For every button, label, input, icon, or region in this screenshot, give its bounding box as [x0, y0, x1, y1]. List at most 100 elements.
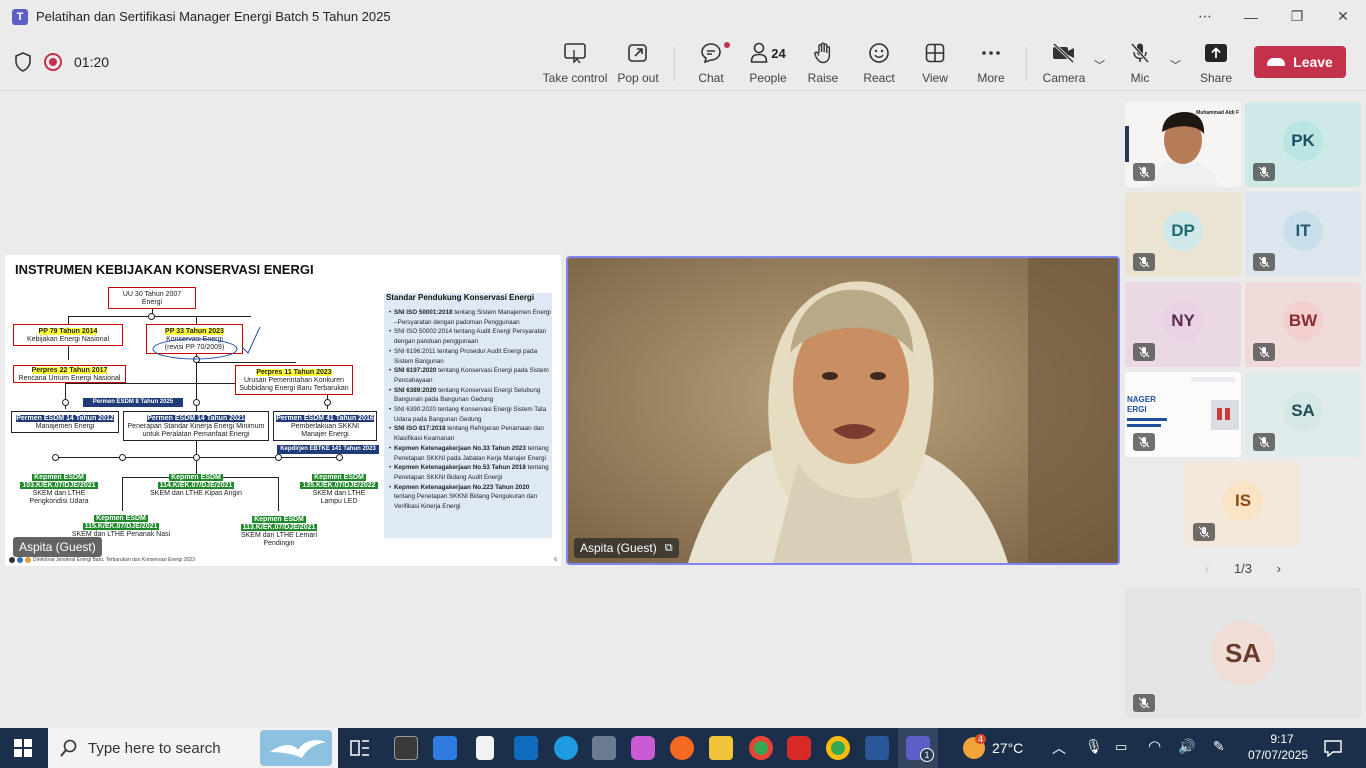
connector-node — [62, 399, 69, 406]
speaker-video-frame — [568, 258, 1118, 563]
pp-79-box: PP 79 Tahun 2014 Kebijakan Energi Nasion… — [13, 324, 123, 346]
mic-muted-icon — [1258, 166, 1270, 178]
teams-taskbar-button[interactable]: 1 — [898, 728, 938, 768]
avatar: SA — [1283, 391, 1323, 431]
mic-options-chevron-icon[interactable]: ﹀ — [1170, 57, 1181, 73]
shared-screen[interactable]: INSTRUMEN KEBIJAKAN KONSERVASI ENERGI UU… — [5, 255, 561, 566]
kepmen-114-desc: SKEM dan LTHE Kipas Angin — [150, 490, 242, 497]
chrome-profile-icon[interactable] — [826, 736, 850, 760]
task-view-icon[interactable] — [348, 736, 372, 760]
taskbar-search-box[interactable]: Type here to search — [48, 728, 338, 768]
kepmen-103-desc1: SKEM dan LTHE — [32, 490, 86, 497]
toolbar-divider — [674, 47, 675, 81]
react-button[interactable]: React — [862, 41, 896, 87]
window-controls: ⋯ — ❐ ✕ — [1182, 0, 1366, 33]
permen-41-desc2: Manajer Energi — [301, 431, 349, 438]
pager-prev-icon[interactable]: ‹ — [1205, 561, 1209, 576]
take-control-button[interactable]: Take control — [543, 41, 607, 87]
kepmen-103-number: 103.K/EK.07/DJE/2021 — [20, 482, 98, 489]
permen-14-2021-title: Permen ESDM 14 Tahun 2021 — [147, 415, 245, 422]
teams-badge: 1 — [920, 748, 934, 762]
standard-item: SNI ISO 50002:2014 tentang Audit Energi … — [389, 327, 551, 346]
volume-icon[interactable]: 🔊 — [1178, 738, 1195, 755]
connector-node — [193, 399, 200, 406]
participant-tile-bw[interactable]: BW — [1245, 282, 1361, 367]
word-icon[interactable] — [865, 736, 889, 760]
people-label: People — [749, 71, 787, 85]
mic-button[interactable]: Mic — [1127, 41, 1153, 87]
people-count: 24 — [771, 45, 786, 61]
leave-button[interactable]: Leave — [1254, 46, 1346, 78]
battery-icon[interactable]: ▭ — [1115, 739, 1127, 755]
camera-button[interactable]: Camera — [1043, 41, 1085, 87]
wifi-icon[interactable]: ◠ — [1148, 737, 1161, 755]
pp-79-desc: Kebijakan Energi Nasional — [26, 336, 110, 343]
wps-office-icon[interactable] — [787, 736, 811, 760]
chat-button[interactable]: Chat — [693, 41, 730, 87]
participant-tile-pk[interactable]: PK — [1245, 102, 1361, 187]
participant-tile-it[interactable]: IT — [1245, 192, 1361, 277]
footer-logo-icon — [9, 557, 15, 563]
maximize-button[interactable]: ❐ — [1274, 0, 1320, 33]
connector-node — [275, 454, 282, 461]
participant-tile-sa[interactable]: SA — [1245, 372, 1361, 457]
share-label: Share — [1199, 71, 1233, 85]
permen-41-desc1: Pemberlakuan SKKNI — [290, 423, 360, 430]
kepmen-113: Kepmen ESDM 113.K/EK.07/DJE/2021 SKEM da… — [227, 516, 331, 548]
windows-start-icon[interactable] — [14, 739, 32, 757]
connector-line — [68, 316, 69, 324]
connector-node — [119, 454, 126, 461]
people-button[interactable]: 24 People — [748, 41, 788, 87]
mic-off-indicator — [1133, 433, 1155, 451]
microphone-tray-icon[interactable]: 🎙 — [1085, 738, 1103, 755]
shield-icon[interactable] — [14, 52, 32, 72]
participant-tile-dp[interactable]: DP — [1125, 192, 1241, 277]
take-control-icon — [564, 43, 586, 64]
avatar: NY — [1163, 301, 1203, 341]
clock-time[interactable]: 9:17 — [1262, 732, 1302, 746]
firefox-icon[interactable] — [670, 736, 694, 760]
edge-icon[interactable] — [554, 736, 578, 760]
main-speaker-video[interactable]: Aspita (Guest) ⧉ — [566, 256, 1120, 565]
svg-text:ERGI: ERGI — [1127, 405, 1147, 414]
camera-options-chevron-icon[interactable]: ﹀ — [1094, 57, 1105, 73]
self-view-tile[interactable]: SA — [1125, 588, 1361, 718]
participant-tile-is[interactable]: IS — [1185, 462, 1301, 547]
more-button[interactable]: More — [975, 41, 1007, 87]
copilot-icon[interactable] — [631, 736, 655, 760]
clock-date[interactable]: 07/07/2025 — [1248, 748, 1308, 762]
more-options-icon[interactable]: ⋯ — [1182, 0, 1228, 33]
pager-next-icon[interactable]: › — [1277, 561, 1281, 576]
file-explorer-icon[interactable] — [709, 736, 733, 760]
chrome-icon[interactable] — [749, 736, 773, 760]
app-icon-tools[interactable] — [592, 736, 616, 760]
tray-chevron-up-icon[interactable]: ︿ — [1052, 738, 1066, 758]
pen-icon[interactable]: ✎ — [1213, 738, 1225, 755]
search-placeholder: Type here to search — [88, 739, 221, 757]
app-icon-star[interactable] — [394, 736, 418, 760]
minimize-button[interactable]: — — [1228, 0, 1274, 33]
view-button[interactable]: View — [920, 41, 950, 87]
pop-out-button[interactable]: Pop out — [617, 41, 659, 87]
participant-tile-ny[interactable]: NY — [1125, 282, 1241, 367]
participant-tile-screen[interactable]: NAGER ERGI — [1125, 372, 1241, 457]
title-bar: T Pelatihan dan Sertifikasi Manager Ener… — [0, 0, 1366, 33]
standard-item: SNI 6197:2020 tentang Konservasi Energi … — [389, 366, 551, 385]
chat-label: Chat — [698, 71, 724, 85]
standard-item: SNI ISO 817:2018 tentang Refrigeran Pena… — [389, 424, 551, 443]
outlook-icon[interactable] — [514, 736, 538, 760]
participant-tile-video[interactable]: Muhammad Aldi F — [1125, 102, 1241, 187]
camera-off-icon — [1052, 43, 1075, 63]
document-icon[interactable] — [476, 736, 494, 760]
standard-item: Kepmen Ketenagakerjaan No.33 Tahun 2023 … — [389, 444, 551, 463]
microsoft-store-icon[interactable] — [433, 736, 457, 760]
share-button[interactable]: Share — [1200, 41, 1232, 87]
close-window-button[interactable]: ✕ — [1320, 0, 1366, 33]
mic-off-icon — [1130, 43, 1150, 63]
pop-out-icon — [628, 44, 647, 62]
raise-hand-button[interactable]: Raise — [805, 41, 841, 87]
permen-41-title: Permen ESDM 41 Tahun 2016 — [276, 415, 374, 422]
perpres-11-box: Perpres 11 Tahun 2023 Urusan Pemerintaha… — [235, 365, 353, 395]
perpres-11-desc1: Urusan Pemerintahan Konkuren — [243, 377, 344, 384]
notification-icon[interactable] — [1324, 739, 1342, 757]
